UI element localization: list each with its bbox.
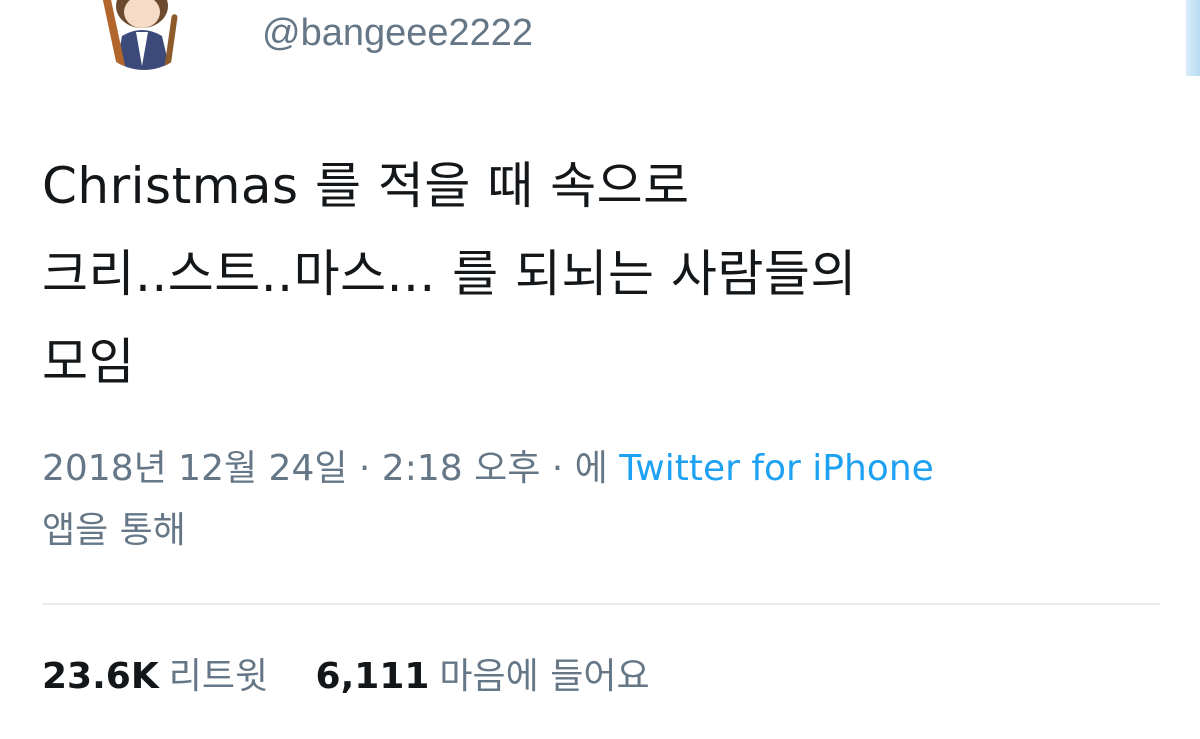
retweets-stat[interactable]: 23.6K 리트윗 [42, 650, 268, 704]
avatar[interactable] [92, 0, 196, 70]
divider [42, 603, 1160, 605]
retweets-label: 리트윗 [168, 656, 269, 697]
likes-stat[interactable]: 6,111 마음에 들어요 [316, 650, 650, 704]
likes-label: 마음에 들어요 [439, 656, 650, 697]
retweets-count: 23.6K [42, 656, 159, 697]
tweet-text-line: 크리..스트..마스... 를 되뇌는 사람들의 [42, 245, 857, 303]
source-link[interactable]: Twitter for iPhone [619, 448, 934, 489]
tweet-stats: 23.6K 리트윗 6,111 마음에 들어요 [42, 650, 650, 704]
avatar-illustration-icon [92, 0, 196, 70]
tweet-text: Christmas 를 적을 때 속으로 크리..스트..마스... 를 되뇌는… [42, 142, 1172, 406]
timestamp: 2018년 12월 24일 · 2:18 오후 · 에 [42, 448, 620, 489]
user-handle[interactable]: @bangeee2222 [262, 10, 533, 56]
timestamp-row: 2018년 12월 24일 · 2:18 오후 · 에 Twitter for … [42, 438, 1172, 500]
source-suffix: 앱을 통해 [42, 510, 186, 551]
tweet-text-line: 모임 [42, 333, 135, 391]
scroll-edge [1186, 0, 1200, 76]
tweet-text-line: Christmas 를 적을 때 속으로 [42, 157, 690, 215]
tweet-metadata: 2018년 12월 24일 · 2:18 오후 · 에 Twitter for … [42, 438, 1172, 562]
likes-count: 6,111 [315, 656, 430, 697]
